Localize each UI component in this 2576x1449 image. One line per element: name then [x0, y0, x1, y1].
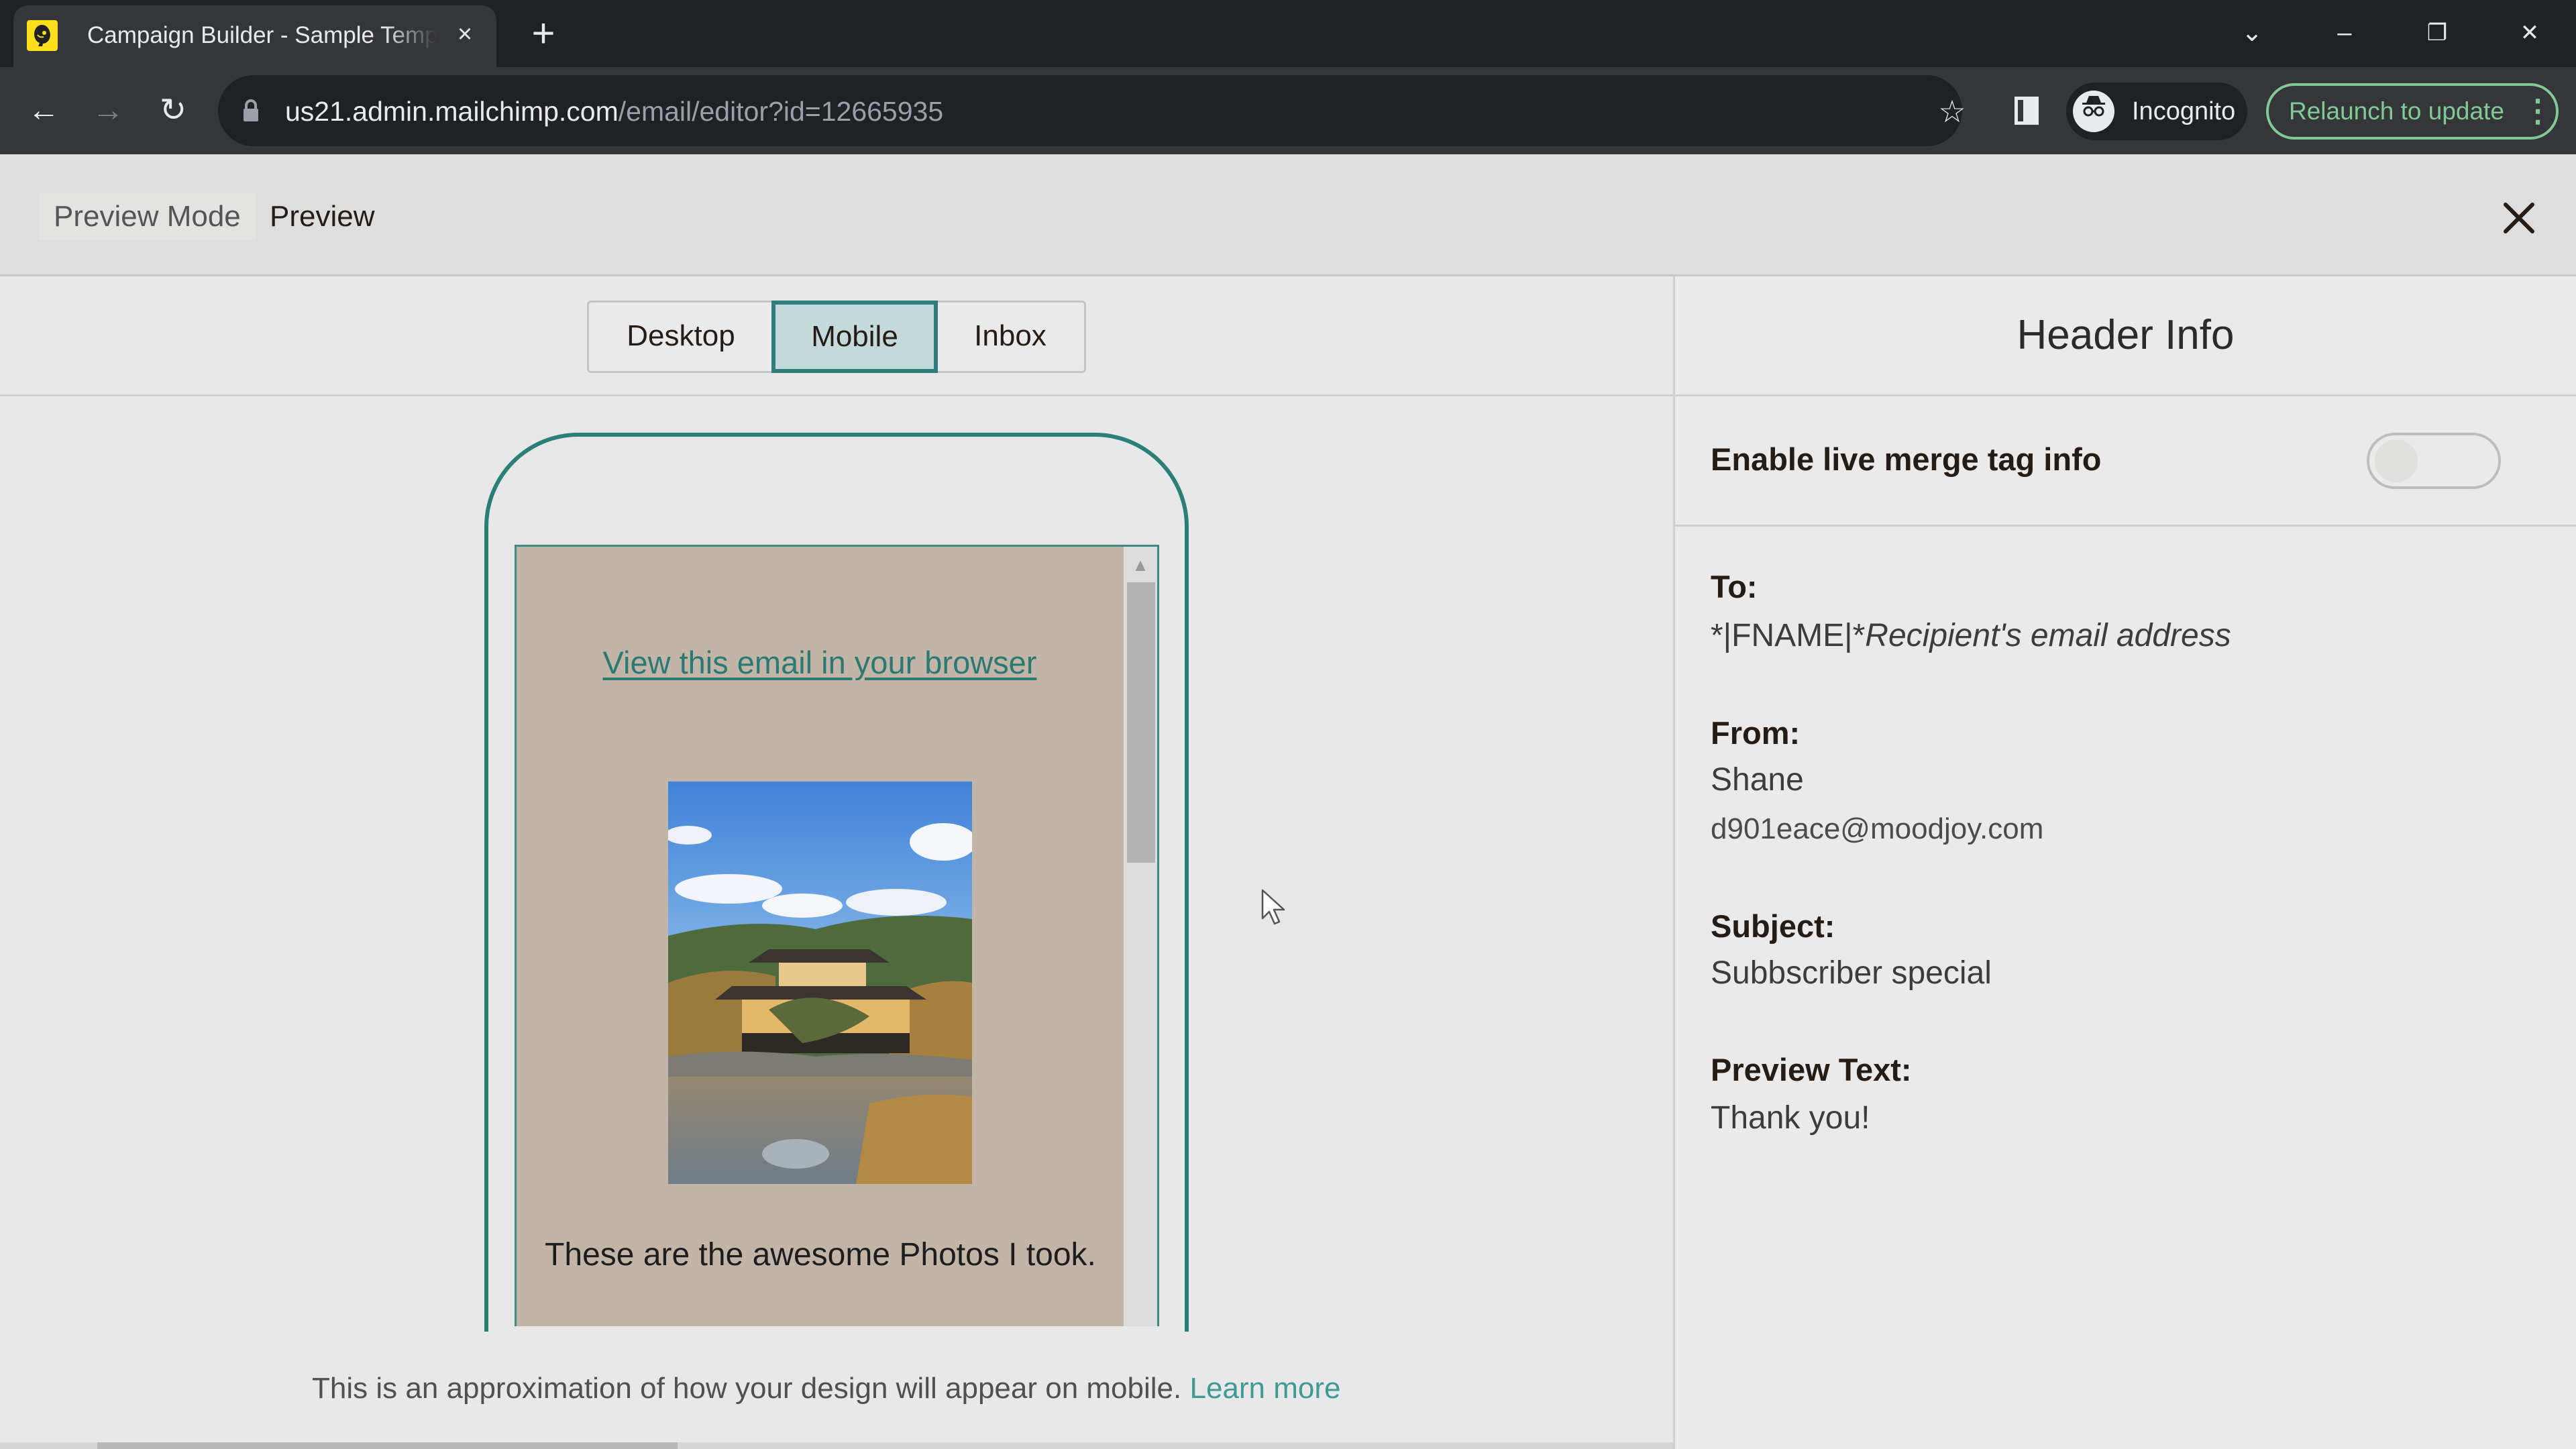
- lock-icon[interactable]: [243, 99, 259, 122]
- to-merge-tag: *|FNAME|*: [1711, 618, 1866, 653]
- email-body-text: These are the awesome Photos I took.: [545, 1237, 1096, 1273]
- tab-close-icon[interactable]: ×: [448, 17, 482, 51]
- incognito-icon: [2073, 91, 2114, 132]
- email-scrollbar-thumb[interactable]: [1127, 582, 1155, 863]
- minimize-icon[interactable]: –: [2321, 9, 2368, 56]
- bookmark-star-icon[interactable]: ☆: [1932, 91, 1972, 131]
- from-email: d901eace@moodjoy.com: [1711, 812, 2044, 845]
- mailchimp-favicon-icon: [27, 20, 58, 51]
- toggle-knob[interactable]: [2375, 439, 2418, 482]
- window-close-icon[interactable]: ✕: [2506, 9, 2553, 56]
- divider: [1675, 525, 2576, 527]
- back-icon[interactable]: ←: [23, 91, 64, 131]
- mouse-cursor-icon: [1261, 889, 1288, 929]
- header-info-title: Header Info: [2017, 312, 2235, 358]
- tab-mobile[interactable]: Mobile: [771, 301, 938, 373]
- side-panel-icon[interactable]: [2015, 97, 2039, 125]
- tab-desktop[interactable]: Desktop: [587, 301, 773, 373]
- relaunch-label: Relaunch to update: [2289, 97, 2504, 125]
- learn-more-link[interactable]: Learn more: [1189, 1372, 1340, 1405]
- tab-inbox[interactable]: Inbox: [936, 301, 1086, 373]
- email-photo-temple: [668, 782, 972, 1184]
- scroll-up-arrow-icon[interactable]: ▲: [1126, 550, 1155, 580]
- divider: [1675, 394, 2576, 396]
- mobile-approximation-note: This is an approximation of how your des…: [312, 1368, 1341, 1409]
- preview-header-bar: [0, 154, 2576, 276]
- page-horizontal-scrollbar-thumb[interactable]: [97, 1442, 678, 1449]
- footer-note-text: This is an approximation of how your des…: [312, 1372, 1182, 1405]
- to-recipient-placeholder: Recipient's email address: [1865, 618, 2231, 653]
- view-in-browser-link[interactable]: View this email in your browser: [515, 644, 1125, 681]
- from-name: Shane: [1711, 762, 1804, 798]
- to-label: To:: [1711, 569, 1758, 604]
- merge-tag-toggle-label: Enable live merge tag info: [1711, 441, 2102, 477]
- subject-label: Subject:: [1711, 908, 1835, 944]
- new-tab-button[interactable]: +: [523, 13, 564, 55]
- preview-text-label: Preview Text:: [1711, 1052, 1912, 1087]
- subject-value: Subbscriber special: [1711, 955, 1992, 991]
- breadcrumb-preview-mode[interactable]: Preview Mode: [39, 193, 256, 240]
- preview-text-value: Thank you!: [1711, 1100, 1870, 1136]
- tab-title: Campaign Builder - Sample Template: [87, 22, 436, 48]
- divider: [0, 394, 1673, 396]
- from-label: From:: [1711, 715, 1801, 751]
- reload-icon[interactable]: ↻: [153, 91, 193, 131]
- url-path: /email/editor?id=12665935: [618, 96, 944, 127]
- url-host: us21.admin.mailchimp.com: [285, 96, 619, 127]
- to-value: *|FNAME|*Recipient's email address: [1711, 614, 2231, 658]
- restore-icon[interactable]: ❐: [2414, 9, 2461, 56]
- breadcrumb-preview: Preview: [270, 200, 375, 233]
- incognito-label: Incognito: [2132, 97, 2236, 125]
- browser-menu-icon[interactable]: ⋮: [2522, 92, 2553, 132]
- tab-search-icon[interactable]: ⌄: [2229, 9, 2275, 56]
- close-preview-icon[interactable]: [2496, 195, 2542, 241]
- url-text[interactable]: us21.admin.mailchimp.com/email/editor?id…: [285, 93, 943, 130]
- forward-icon[interactable]: →: [88, 91, 128, 131]
